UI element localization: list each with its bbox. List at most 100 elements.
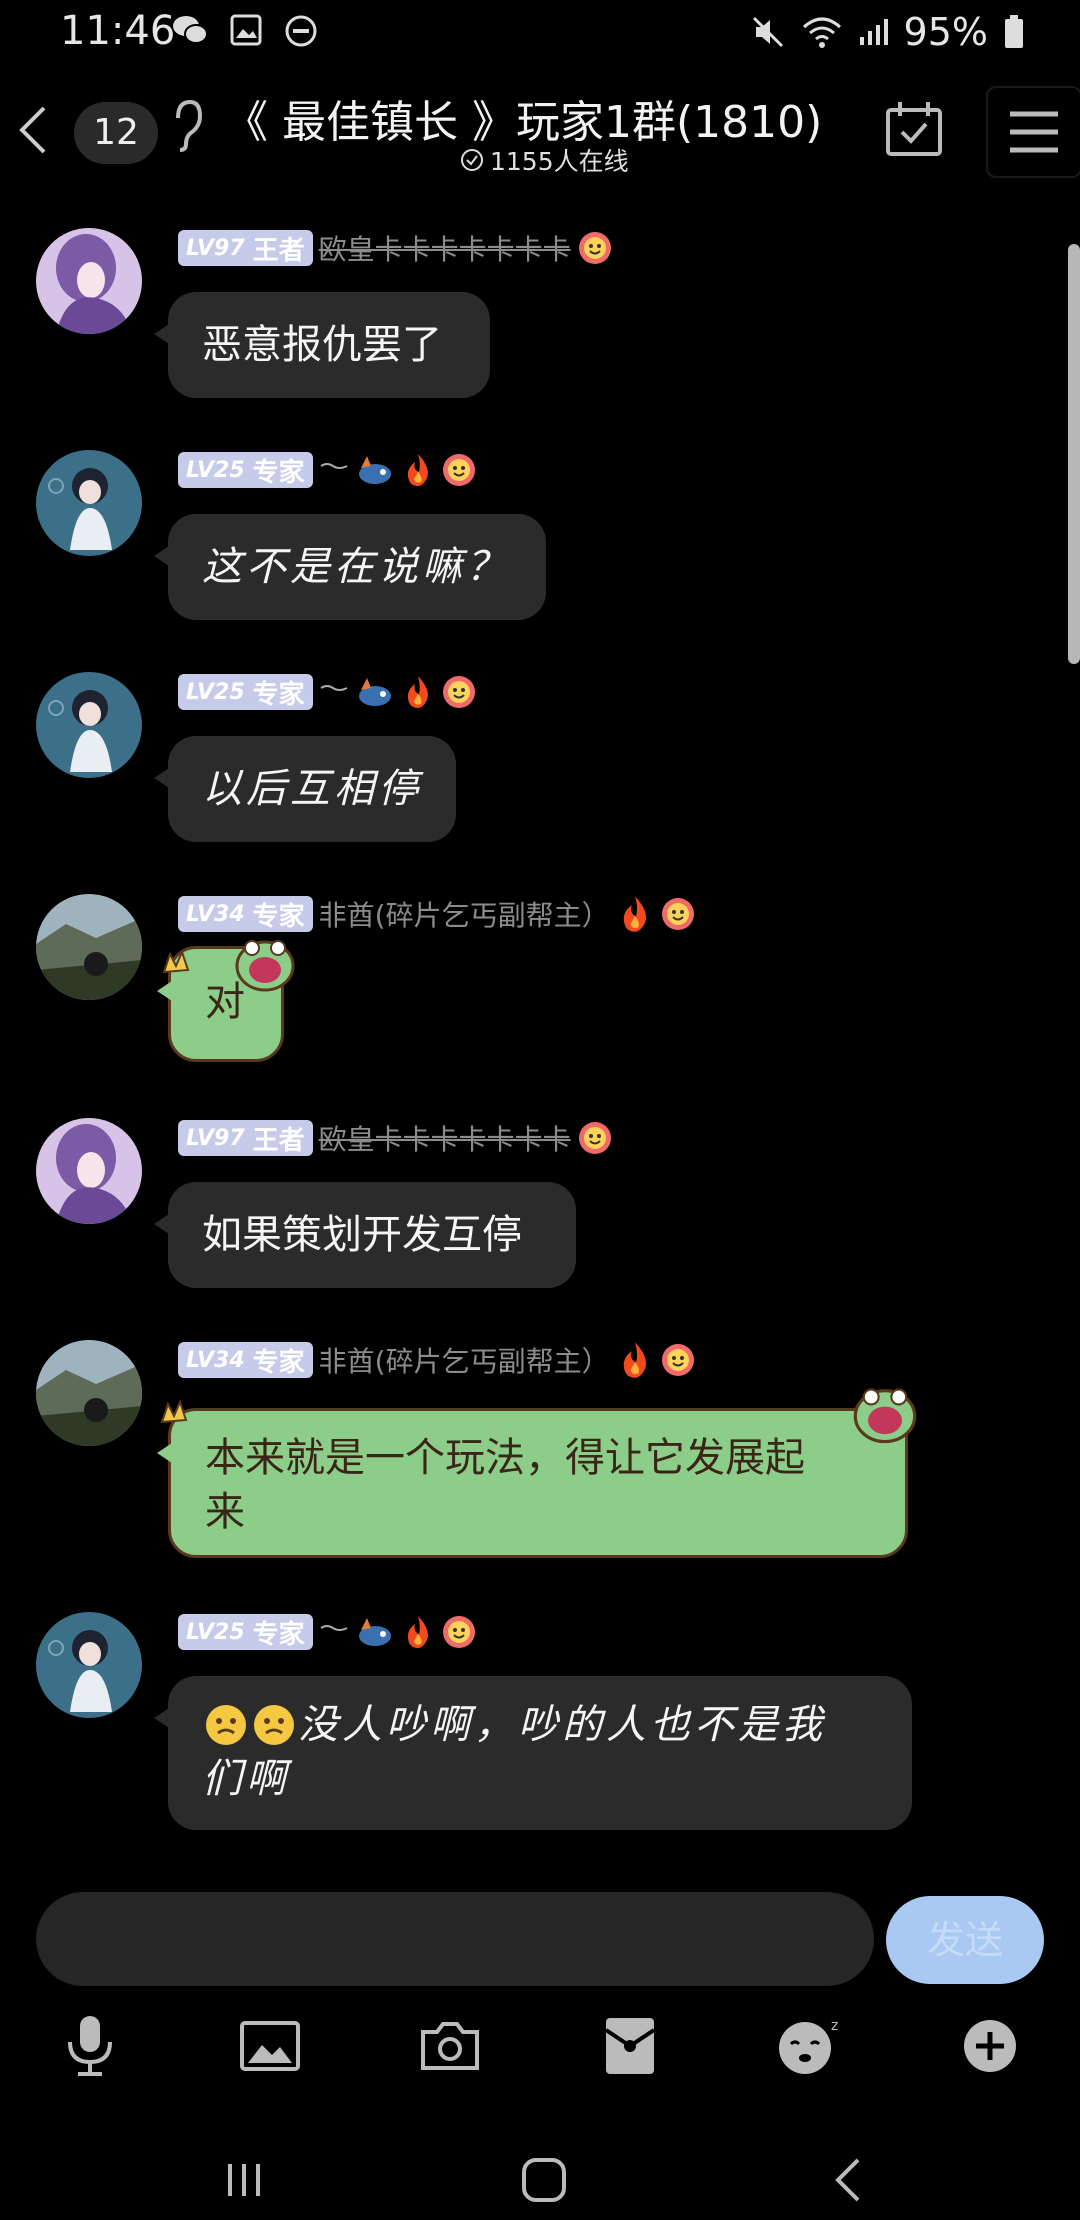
claw-icon [162,950,190,974]
plus-icon [964,2020,1016,2072]
recent-apps-button[interactable] [204,2140,284,2220]
status-time: 11:46 [60,8,176,54]
dnd-icon [285,15,317,47]
sender-name[interactable]: 欧皇卡卡卡卡卡卡卡 [319,1118,571,1158]
wifi-icon [802,17,841,48]
avatar[interactable] [36,672,142,778]
emoji-button[interactable]: z [770,2006,850,2086]
wave-icon [320,1625,348,1631]
smiley-badge-icon [578,1122,611,1154]
message-bubble[interactable]: 如果策划开发互停 [154,1182,576,1288]
smiley-badge-icon [442,454,475,486]
level-badge: LV34 专家 [178,896,313,932]
home-icon [522,2158,566,2202]
smiley-badge-icon [442,676,475,708]
emoji-icon: z [779,2018,838,2074]
claw-icon [160,1400,188,1424]
chevron-left-icon [19,106,46,154]
level-badge: LV25 专家 [178,452,313,488]
avatar[interactable] [36,228,142,334]
fire-icon [623,1342,646,1378]
level-badge: LV25 专家 [178,674,313,710]
message-bubble[interactable]: 没人吵啊，吵的人也不是我 们啊 [154,1676,912,1830]
wave-icon [320,685,348,691]
smiley-badge-icon [661,898,694,930]
message-bubble[interactable]: 这不是在说嘛？ [154,514,546,620]
level-badge: LV97 王者 [178,1120,313,1156]
dragon-icon [358,678,391,706]
fire-icon [623,896,646,932]
checkin-button[interactable] [884,100,944,162]
status-bar: 11:46 95% [0,0,1080,64]
sender-name[interactable]: 非酋(碎片乞丐副帮主） [319,894,610,934]
red-packet-button[interactable] [590,2006,670,2086]
avatar[interactable] [36,1612,142,1718]
send-button[interactable]: 发送 [886,1896,1044,1984]
red-packet-icon [604,2018,656,2074]
monster-sticker-icon [853,1388,917,1444]
dragon-icon [358,456,391,484]
voice-button[interactable] [50,2006,130,2086]
message-line: 来 [205,1489,245,1535]
hamburger-icon [1010,111,1058,153]
message-bubble[interactable]: 以后互相停 [154,736,456,842]
message-input[interactable] [36,1892,874,1986]
battery-icon [1005,15,1023,48]
message-bubble[interactable]: 本来就是一个玩法，得让它发展起 来 [157,1408,908,1558]
image-icon [230,14,262,46]
image-button[interactable] [230,2006,310,2086]
avatar[interactable] [36,1118,142,1224]
composer: 发送 [0,1892,1080,1988]
smiley-badge-icon [442,1616,475,1648]
worried-emoji-icon [254,1705,294,1745]
group-title: 《 最佳镇长 》玩家1群(1810) [224,97,823,148]
message-bubble[interactable]: 恶意报仇罢了 [154,292,490,398]
online-status: 1155人在线 [460,142,629,178]
message-line: 没人吵啊，吵的人也不是我 [298,1702,826,1748]
mute-icon [752,16,783,48]
system-nav-bar [0,2120,1080,2220]
chat-header: 12 《 最佳镇长 》玩家1群(1810) 1155人在线 [0,80,1080,190]
signal-icon [859,19,888,45]
sender-name[interactable]: 欧皇卡卡卡卡卡卡卡 [319,228,571,268]
calendar-check-icon [886,102,942,156]
check-circle-icon [461,149,483,171]
battery-percent: 95% [903,10,988,54]
home-button[interactable] [504,2140,584,2220]
dragon-icon [358,1618,391,1646]
unread-count-badge[interactable]: 12 [74,102,158,164]
worried-emoji-icon [206,1705,246,1745]
avatar[interactable] [36,450,142,556]
menu-button[interactable] [986,86,1080,178]
message-line: 本来就是一个玩法，得让它发展起 [205,1435,805,1481]
level-badge: LV97 王者 [178,230,313,266]
wechat-icon [173,16,208,44]
level-badge: LV34 专家 [178,1342,313,1378]
svg-text:z: z [831,2018,838,2034]
level-badge: LV25 专家 [178,1614,313,1650]
message-line: 们啊 [202,1756,290,1802]
back-arrow-icon [835,2158,860,2202]
fire-icon [407,1616,428,1648]
back-button[interactable] [14,100,64,170]
scrollbar[interactable] [1068,244,1080,664]
plus-button[interactable] [950,2006,1030,2086]
fire-icon [407,454,428,486]
composer-toolbar: z [0,2006,1080,2086]
camera-button[interactable] [410,2006,490,2086]
avatar[interactable] [36,894,142,1000]
camera-icon [421,2022,479,2070]
smiley-badge-icon [578,232,611,264]
image-icon [240,2021,300,2071]
smiley-badge-icon [661,1344,694,1376]
sender-name[interactable]: 非酋(碎片乞丐副帮主） [319,1340,610,1380]
wave-icon [320,463,348,469]
recent-apps-icon [228,2164,260,2196]
ear-icon[interactable] [170,96,204,156]
fire-icon [407,676,428,708]
online-count: 1155人在线 [490,147,629,176]
avatar[interactable] [36,1340,142,1446]
monster-sticker-icon [235,940,295,992]
microphone-icon [68,2016,112,2076]
nav-back-button[interactable] [808,2140,888,2220]
